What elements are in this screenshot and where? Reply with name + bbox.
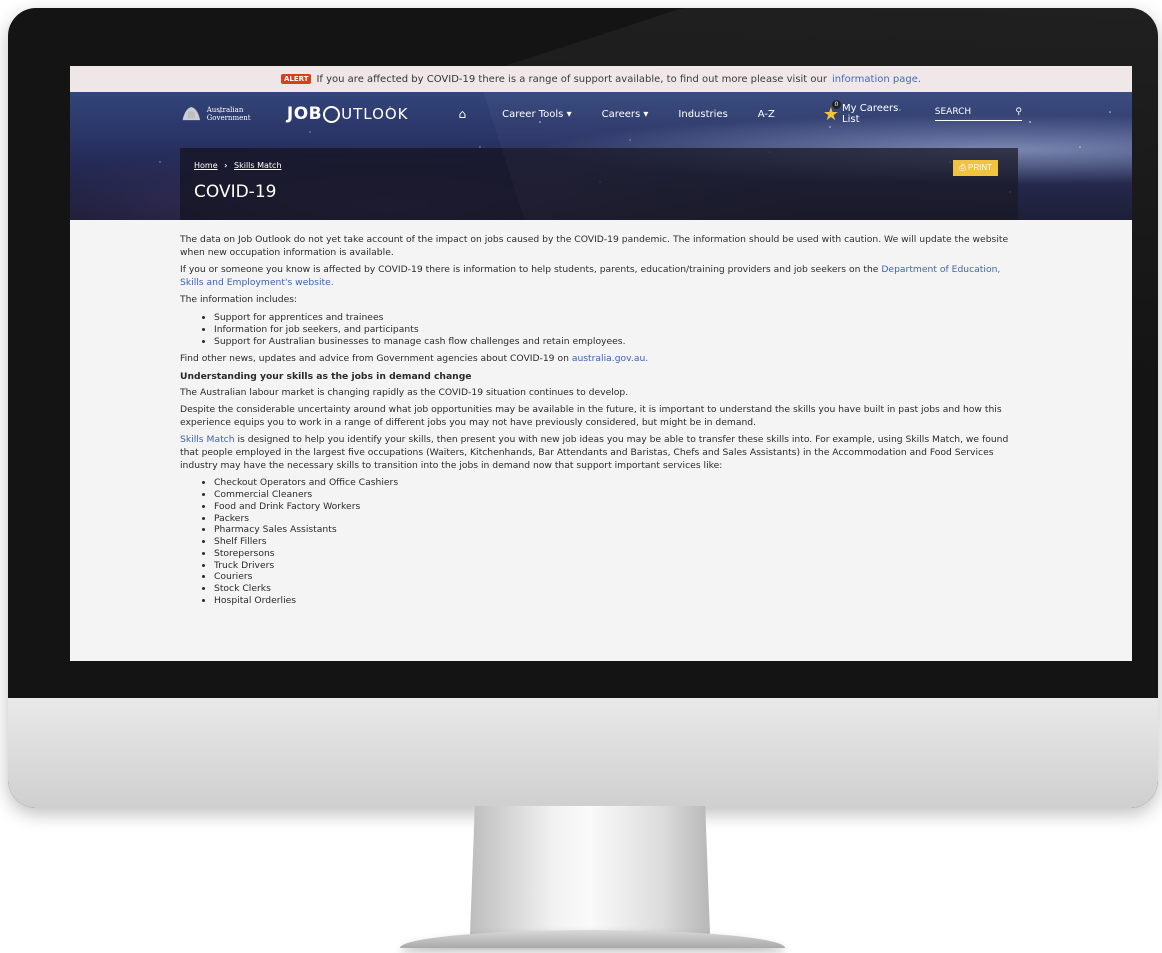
search-placeholder: SEARCH — [934, 107, 972, 117]
skills-heading: Understanding your skills as the jobs in… — [180, 370, 472, 382]
favorites-count-badge: 0 — [831, 99, 841, 109]
list-item: Stock Clerks — [214, 583, 1014, 595]
list-item: Support for Australian businesses to man… — [214, 336, 1014, 348]
list-item: Support for apprentices and trainees — [214, 312, 1014, 324]
nav-menu: ⌂ Career Tools ▾ Careers ▾ Industries A-… — [459, 107, 805, 121]
alert-badge: ALERT — [280, 74, 312, 84]
breadcrumb-home[interactable]: Home — [194, 161, 218, 170]
list-item: Packers — [214, 513, 1014, 525]
coat-of-arms-icon — [182, 107, 201, 121]
australia-gov-link[interactable]: australia.gov.au. — [572, 353, 648, 364]
logo-ring-icon — [323, 105, 341, 123]
nav-item-industries[interactable]: Industries — [678, 109, 727, 120]
page-title: COVID-19 — [194, 182, 277, 202]
skills-match-paragraph: Skills Match is designed to help you ide… — [180, 434, 1014, 472]
list-item: Storepersons — [214, 548, 1014, 560]
print-label: PRINT — [968, 163, 992, 172]
skills-match-text: is designed to help you identify your sk… — [180, 434, 1009, 471]
includes-paragraph: The information includes: — [180, 294, 298, 306]
logo-job-text: JOB — [286, 104, 323, 124]
main-content: The data on Job Outlook do not yet take … — [70, 220, 1132, 607]
government-label: Australian Government — [206, 106, 251, 122]
list-item: Truck Drivers — [214, 560, 1014, 572]
news-paragraph: Find other news, updates and advice from… — [180, 353, 1014, 366]
nav-item-career-tools[interactable]: Career Tools ▾ — [502, 109, 571, 120]
monitor-chin — [8, 698, 1158, 808]
my-careers-list-button[interactable]: ★ 0 My Careers List — [822, 99, 907, 125]
support-text: If you or someone you know is affected b… — [180, 264, 879, 276]
my-careers-list-label: My Careers List — [842, 103, 899, 125]
job-outlook-logo[interactable]: JOB UTLOOK — [287, 104, 409, 124]
breadcrumb-skills-match[interactable]: Skills Match — [234, 161, 282, 170]
printer-icon: ⎙ — [959, 163, 966, 172]
alert-bar: ALERT If you are affected by COVID-19 th… — [70, 66, 1132, 92]
star-icon: ★ 0 — [822, 99, 841, 125]
top-navigation: Australian Government JOB UTLOOK ⌂ Caree… — [180, 99, 1023, 128]
list-item: Couriers — [214, 571, 1014, 583]
intro-paragraph: The data on Job Outlook do not yet take … — [180, 234, 1009, 258]
list-item: Commercial Cleaners — [214, 489, 1014, 501]
search-input[interactable]: SEARCH ⚲ — [934, 107, 1023, 121]
nav-item-careers[interactable]: Careers ▾ — [602, 109, 649, 120]
breadcrumb: Home › Skills Match — [194, 161, 282, 170]
alert-text: If you are affected by COVID-19 there is… — [316, 73, 827, 85]
alert-info-link[interactable]: information page. — [832, 74, 921, 85]
uncertainty-paragraph: Despite the considerable uncertainty aro… — [180, 404, 1002, 428]
monitor-stand-base — [400, 930, 785, 948]
nav-item-a-z[interactable]: A-Z — [758, 109, 775, 120]
list-item: Pharmacy Sales Assistants — [214, 524, 1014, 536]
site-header: Australian Government JOB UTLOOK ⌂ Caree… — [70, 92, 1132, 220]
news-text: Find other news, updates and advice from… — [180, 353, 569, 365]
jobs-in-demand-list: Checkout Operators and Office Cashiers C… — [180, 477, 1014, 607]
monitor-frame: ALERT If you are affected by COVID-19 th… — [8, 8, 1158, 808]
monitor-stand-neck — [470, 806, 710, 934]
list-item: Hospital Orderlies — [214, 595, 1014, 607]
skills-match-link[interactable]: Skills Match — [180, 434, 235, 445]
list-item: Information for job seekers, and partici… — [214, 324, 1014, 336]
support-paragraph: If you or someone you know is affected b… — [180, 264, 1014, 289]
list-item: Shelf Fillers — [214, 536, 1014, 548]
logo-outlook-text: UTLOOK — [341, 105, 409, 123]
page-banner: Home › Skills Match COVID-19 ⎙ PRINT — [180, 148, 1018, 220]
list-item: Food and Drink Factory Workers — [214, 501, 1014, 513]
search-icon[interactable]: ⚲ — [1015, 107, 1022, 117]
breadcrumb-separator-icon: › — [224, 161, 228, 170]
browser-screen: ALERT If you are affected by COVID-19 th… — [70, 66, 1132, 661]
print-button[interactable]: ⎙ PRINT — [953, 160, 998, 176]
list-item: Checkout Operators and Office Cashiers — [214, 477, 1014, 489]
labour-market-paragraph: The Australian labour market is changing… — [180, 386, 629, 398]
home-icon[interactable]: ⌂ — [459, 107, 467, 121]
information-list: Support for apprentices and trainees Inf… — [180, 312, 1014, 347]
